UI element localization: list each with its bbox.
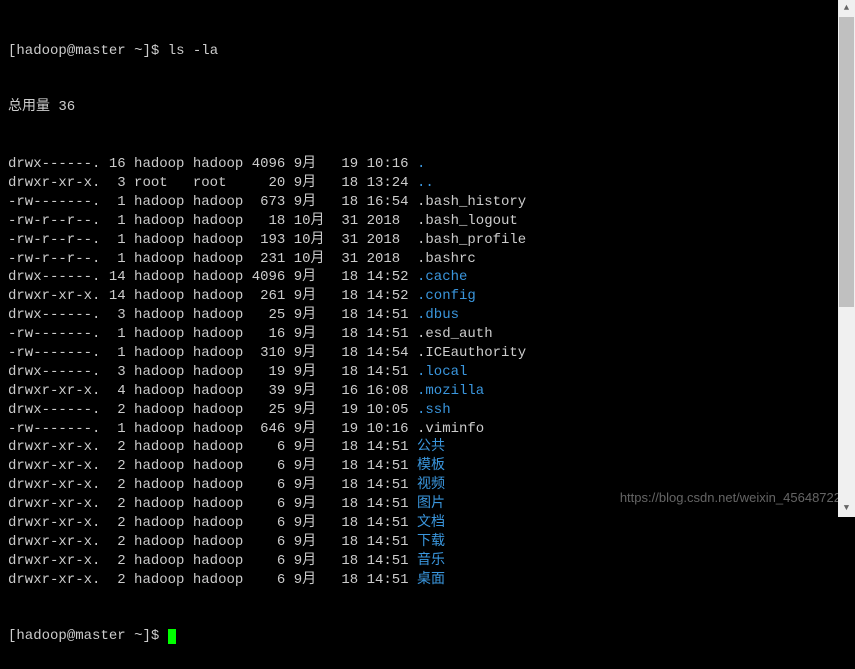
list-item: drwxr-xr-x. 2 hadoop hadoop 6 9月 18 14:5… [8,552,847,571]
list-item: -rw-------. 1 hadoop hadoop 310 9月 18 14… [8,344,847,363]
list-item: -rw-r--r--. 1 hadoop hadoop 193 10月 31 2… [8,231,847,250]
filename: .ICEauthority [417,345,526,361]
list-item: drwxr-xr-x. 3 root root 20 9月 18 13:24 .… [8,174,847,193]
prompt-line-2[interactable]: [hadoop@master ~]$ [8,627,847,646]
filename: 音乐 [417,553,445,569]
list-item: drwx------. 3 hadoop hadoop 19 9月 18 14:… [8,363,847,382]
list-item: drwx------. 14 hadoop hadoop 4096 9月 18 … [8,268,847,287]
filename: 公共 [417,439,445,455]
filename: 桌面 [417,572,445,588]
scroll-up-button[interactable]: ▲ [838,0,855,17]
filename: 文档 [417,515,445,531]
filename: .bash_profile [417,232,526,248]
filename: 模板 [417,458,445,474]
cursor [168,629,176,644]
list-item: drwxr-xr-x. 2 hadoop hadoop 6 9月 18 14:5… [8,571,847,590]
filename: .esd_auth [417,326,493,342]
scroll-thumb[interactable] [839,17,854,307]
filename: .local [417,364,467,380]
filename: .ssh [417,402,451,418]
filename: .bashrc [417,251,476,267]
filename: .mozilla [417,383,484,399]
prompt-line: [hadoop@master ~]$ ls -la [8,42,847,61]
list-item: drwxr-xr-x. 4 hadoop hadoop 39 9月 16 16:… [8,382,847,401]
list-item: -rw-------. 1 hadoop hadoop 646 9月 19 10… [8,420,847,439]
list-item: drwx------. 3 hadoop hadoop 25 9月 18 14:… [8,306,847,325]
prompt-command: ls -la [168,43,218,59]
filename: .. [417,175,434,191]
list-item: -rw-------. 1 hadoop hadoop 673 9月 18 16… [8,193,847,212]
scrollbar[interactable]: ▲ ▼ [838,0,855,517]
filename: .dbus [417,307,459,323]
prompt-user: hadoop [16,43,66,59]
terminal-output[interactable]: [hadoop@master ~]$ ls -la 总用量 36 drwx---… [0,0,855,669]
listing: drwx------. 16 hadoop hadoop 4096 9月 19 … [8,155,847,589]
filename: .bash_history [417,194,526,210]
filename: . [417,156,425,172]
list-item: drwxr-xr-x. 2 hadoop hadoop 6 9月 18 14:5… [8,457,847,476]
filename: 下载 [417,534,445,550]
filename: .cache [417,269,467,285]
filename: 视频 [417,477,445,493]
list-item: -rw-r--r--. 1 hadoop hadoop 231 10月 31 2… [8,250,847,269]
scroll-track[interactable] [838,17,855,500]
list-item: -rw-------. 1 hadoop hadoop 16 9月 18 14:… [8,325,847,344]
filename: .viminfo [417,421,484,437]
list-item: -rw-r--r--. 1 hadoop hadoop 18 10月 31 20… [8,212,847,231]
filename: 图片 [417,496,445,512]
list-item: drwx------. 16 hadoop hadoop 4096 9月 19 … [8,155,847,174]
scroll-down-button[interactable]: ▼ [838,500,855,517]
list-item: drwxr-xr-x. 14 hadoop hadoop 261 9月 18 1… [8,287,847,306]
list-item: drwx------. 2 hadoop hadoop 25 9月 19 10:… [8,401,847,420]
total-line: 总用量 36 [8,98,847,117]
filename: .bash_logout [417,213,518,229]
watermark: https://blog.csdn.net/weixin_45648722 [620,489,841,507]
prompt-host: master [75,43,125,59]
list-item: drwxr-xr-x. 2 hadoop hadoop 6 9月 18 14:5… [8,438,847,457]
list-item: drwxr-xr-x. 2 hadoop hadoop 6 9月 18 14:5… [8,533,847,552]
filename: .config [417,288,476,304]
